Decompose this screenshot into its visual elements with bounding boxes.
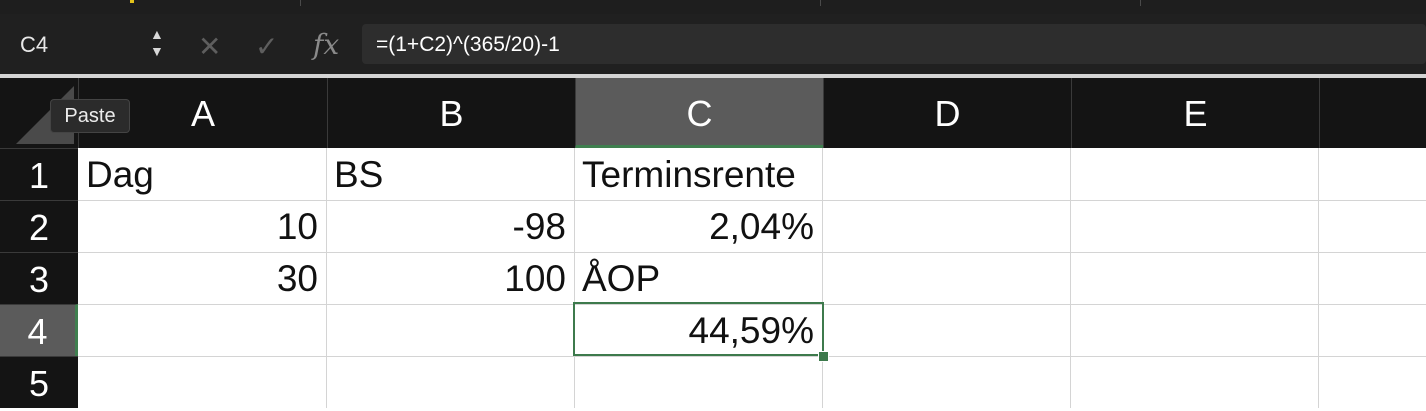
close-icon[interactable]: ✕ (198, 30, 221, 63)
strip-divider (300, 0, 301, 6)
cell-grid[interactable]: Dag BS Terminsrente 10 -98 2,04% 30 100 … (78, 148, 1426, 408)
row-header-5[interactable]: 5 (0, 356, 78, 408)
row-header-1[interactable]: 1 (0, 148, 78, 200)
strip-divider (820, 0, 821, 6)
grid-line (822, 148, 823, 408)
cell-c1[interactable]: Terminsrente (574, 148, 822, 200)
formula-bar: C4 ▲ ▼ ✕ ✓ fx =(1+C2)^(365/20)-1 (0, 14, 1426, 74)
selection-outline (573, 302, 824, 356)
cell-b1[interactable]: BS (326, 148, 574, 200)
name-box[interactable]: C4 ▲ ▼ (0, 14, 180, 74)
grid-line (1070, 148, 1071, 408)
cell-c3[interactable]: ÅOP (574, 252, 822, 304)
function-icon[interactable]: fx (313, 28, 339, 61)
cell-b3[interactable]: 100 (326, 252, 574, 304)
check-icon[interactable]: ✓ (255, 30, 278, 63)
cell-a1[interactable]: Dag (78, 148, 326, 200)
name-box-value[interactable]: C4 (20, 32, 48, 58)
name-box-stepper-icon[interactable]: ▲ ▼ (150, 26, 164, 60)
row-headers: 1 2 3 4 5 (0, 148, 78, 408)
row-header-3[interactable]: 3 (0, 252, 78, 304)
fill-handle[interactable] (818, 351, 829, 362)
column-header-e[interactable]: E (1071, 78, 1319, 148)
cell-c2[interactable]: 2,04% (574, 200, 822, 252)
toolbar-indicator (130, 0, 134, 3)
title-strip (0, 0, 1426, 14)
paste-tooltip: Paste (50, 99, 130, 133)
formula-input[interactable]: =(1+C2)^(365/20)-1 (362, 24, 1426, 64)
grid-line (1318, 148, 1319, 408)
formula-text[interactable]: =(1+C2)^(365/20)-1 (376, 33, 560, 57)
row-header-4[interactable]: 4 (0, 304, 78, 356)
cell-a2[interactable]: 10 (78, 200, 326, 252)
cell-a3[interactable]: 30 (78, 252, 326, 304)
row-header-2[interactable]: 2 (0, 200, 78, 252)
column-header-d[interactable]: D (823, 78, 1071, 148)
grid-line (78, 356, 1426, 357)
column-header-c[interactable]: C (575, 78, 823, 148)
cell-b2[interactable]: -98 (326, 200, 574, 252)
column-header-b[interactable]: B (327, 78, 575, 148)
column-headers: A B C D E Paste (0, 78, 1426, 148)
column-header-f[interactable] (1319, 78, 1426, 148)
strip-divider (1140, 0, 1141, 6)
